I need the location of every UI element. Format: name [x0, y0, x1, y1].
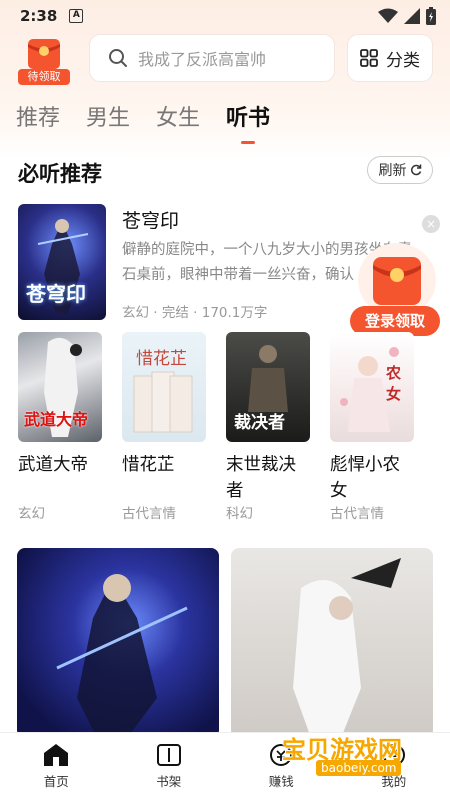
book-genre: 古代言情 — [122, 506, 176, 522]
large-cover-card-1[interactable] — [17, 548, 219, 738]
book-title[interactable]: 惜花芷 — [122, 452, 206, 478]
search-icon — [109, 49, 127, 67]
featured-book-cover[interactable]: 苍穹印 — [18, 204, 106, 320]
book-cover-xihuazhi[interactable]: 惜花芷 — [122, 332, 206, 442]
home-icon — [44, 744, 69, 766]
book-title[interactable]: 武道大帝 — [18, 452, 102, 478]
cover-text: 裁决者 — [234, 413, 285, 433]
close-icon: × — [425, 217, 437, 231]
book-genre: 古代言情 — [330, 506, 384, 522]
wifi-icon — [378, 8, 398, 23]
featured-cover-text: 苍穹印 — [26, 282, 86, 306]
book-title[interactable]: 彪悍小农女 — [330, 452, 414, 504]
refresh-button[interactable]: 刷新 — [367, 156, 433, 184]
nav-label: 书架 — [156, 774, 182, 789]
nav-label: 首页 — [43, 774, 69, 789]
featured-meta: 玄幻 · 完结 · 170.1万字 — [122, 305, 268, 321]
cover-text: 武道大帝 — [24, 410, 89, 429]
refresh-icon — [410, 164, 421, 176]
nav-home[interactable]: 首页 — [0, 733, 113, 800]
battery-icon — [426, 7, 436, 25]
book-cover-wudao[interactable]: 武道大帝 — [18, 332, 102, 442]
book-title[interactable]: 末世裁决者 — [226, 452, 310, 504]
bookshelf-icon — [156, 744, 181, 766]
large-cover-card-2[interactable] — [231, 548, 433, 738]
search-placeholder: 我成了反派高富帅 — [138, 50, 267, 69]
notification-icon: A — [69, 9, 84, 23]
cover-text: 惜花芷 — [136, 349, 187, 369]
watermark-url: baobeiy.com — [316, 760, 402, 776]
tab-female[interactable]: 女生 — [156, 100, 200, 144]
status-time: 2:38 — [20, 7, 58, 25]
nav-bookshelf[interactable]: 书架 — [113, 733, 226, 800]
cover-art-swordsman — [293, 558, 401, 738]
redpacket-button[interactable]: 待领取 — [18, 35, 70, 85]
tab-audiobook[interactable]: 听书 — [226, 100, 270, 144]
category-label: 分类 — [386, 50, 420, 71]
search-input[interactable]: 我成了反派高富帅 — [90, 35, 334, 81]
book-cover-nongnv[interactable]: 农女 — [330, 332, 414, 442]
float-close-button[interactable]: × — [422, 215, 440, 233]
book-cover-caijuezhe[interactable]: 裁决者 — [226, 332, 310, 442]
redpacket-label: 待领取 — [18, 69, 70, 85]
section-title: 必听推荐 — [18, 162, 102, 186]
book-genre: 玄幻 — [18, 506, 45, 522]
tab-male[interactable]: 男生 — [86, 100, 130, 144]
book-genre: 科幻 — [226, 506, 253, 522]
header-row: 待领取 我成了反派高富帅 分类 — [0, 35, 450, 85]
tab-bar: 推荐 男生 女生 听书 — [16, 100, 270, 144]
grid-icon — [360, 49, 378, 67]
site-watermark: 宝贝游戏网 baobeiy.com — [282, 730, 422, 780]
status-bar: 2:38 A — [0, 0, 450, 32]
status-icons — [378, 7, 436, 25]
refresh-label: 刷新 — [378, 163, 407, 179]
cover-art-warrior — [56, 574, 188, 738]
signal-icon — [404, 8, 420, 24]
tab-recommend[interactable]: 推荐 — [16, 100, 60, 144]
cover-text: 农女 — [386, 364, 402, 403]
category-button[interactable]: 分类 — [348, 35, 432, 81]
featured-title[interactable]: 苍穹印 — [122, 206, 179, 233]
